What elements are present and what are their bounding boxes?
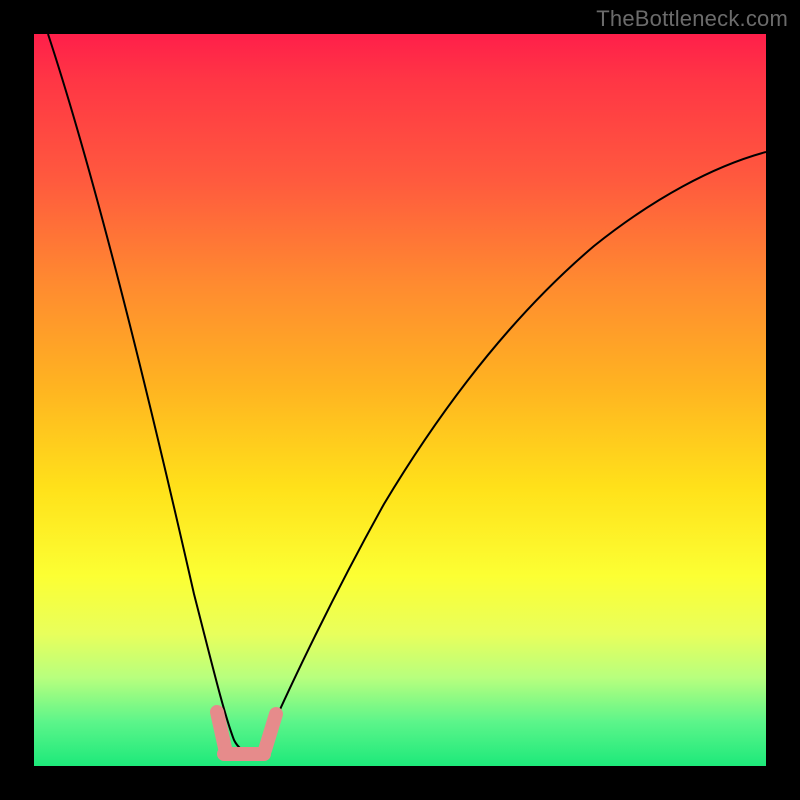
watermark-text: TheBottleneck.com	[596, 6, 788, 32]
plot-area	[34, 34, 766, 766]
chart-stage: TheBottleneck.com	[0, 0, 800, 800]
ideal-marker-left	[217, 712, 225, 748]
curve-layer	[34, 34, 766, 766]
ideal-marker-right	[265, 714, 276, 750]
bottleneck-curve-path	[48, 34, 766, 752]
ideal-marker-group	[217, 712, 276, 754]
